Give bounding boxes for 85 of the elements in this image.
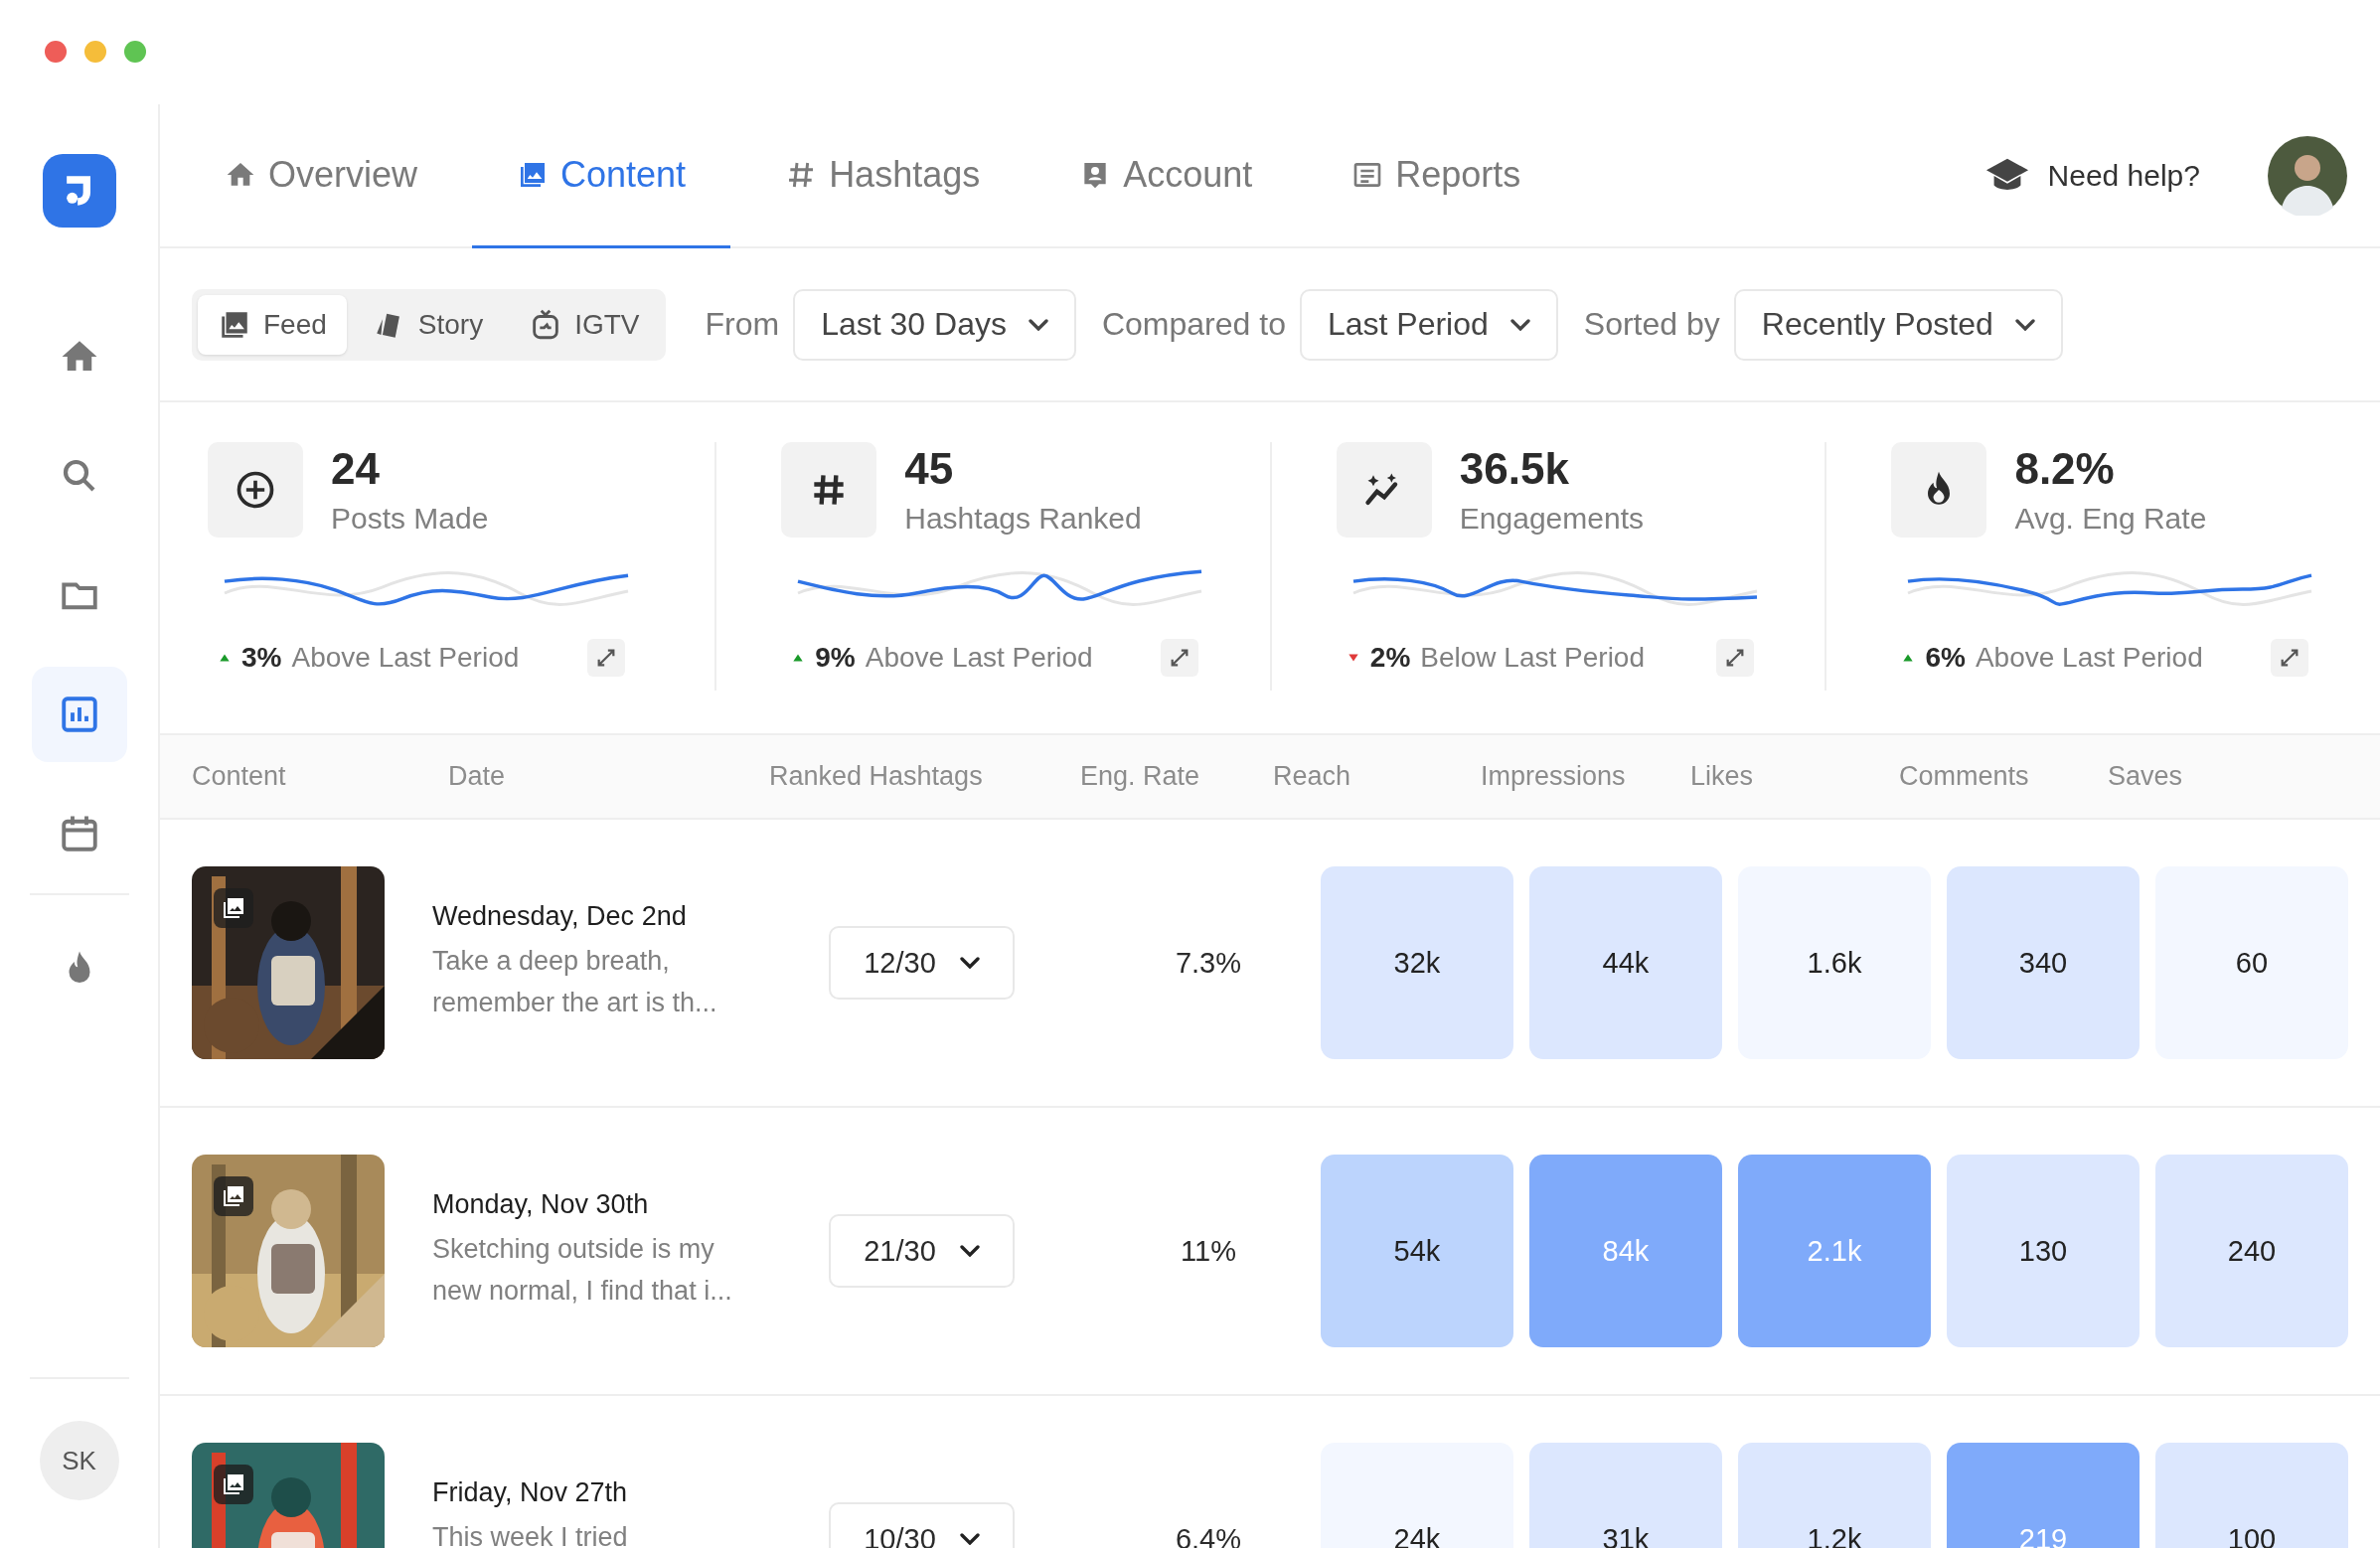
filter-label: From [705, 306, 780, 343]
metric-tile: 44k [1529, 866, 1722, 1059]
content-type-tab[interactable]: Story [352, 294, 504, 355]
change-percent: 6% [1925, 642, 1966, 674]
expand-button[interactable] [2271, 639, 2309, 677]
metric-tile: 219 [1947, 1443, 2140, 1548]
nav-tab[interactable]: Hashtags [740, 104, 1026, 248]
metric-tile: 24k [1321, 1443, 1513, 1548]
stat-value: 8.2% [2014, 444, 2116, 494]
stat-value: 24 [331, 444, 381, 494]
change-percent: 3% [241, 642, 282, 674]
chevron-down-icon [959, 957, 980, 969]
sidebar-item[interactable] [31, 667, 127, 762]
metric-tile: 1.6k [1738, 866, 1931, 1059]
filter-label: Compared to [1101, 306, 1286, 343]
metric-tile: 1.2k [1738, 1443, 1931, 1548]
profile-avatar[interactable] [2268, 135, 2347, 216]
nav-tab[interactable]: Account [1034, 104, 1298, 248]
comparison-text: Below Last Period [1420, 642, 1645, 674]
stat-label: Hashtags Ranked [904, 502, 1142, 536]
column-header[interactable]: Reach [1273, 761, 1481, 792]
column-header[interactable]: Likes [1690, 761, 1899, 792]
change-percent: 2% [1369, 642, 1411, 674]
stat-value: 45 [904, 444, 955, 494]
post-date: Monday, Nov 30th [432, 1189, 650, 1220]
eng-rate: 6.4% [1174, 1522, 1243, 1548]
chevron-down-icon [959, 1533, 980, 1545]
content-type-tab[interactable]: IGTV [509, 294, 660, 355]
expand-button[interactable] [1715, 639, 1754, 677]
metric-tile: 84k [1529, 1155, 1722, 1347]
metric-tile: 100 [2155, 1443, 2348, 1548]
column-header[interactable]: Ranked Hashtags [769, 761, 1080, 792]
comparison-text: Above Last Period [291, 642, 520, 674]
filter-label: Sorted by [1583, 306, 1720, 343]
eng-rate: 11% [1180, 1234, 1237, 1268]
column-header[interactable]: Content [192, 761, 448, 792]
metric-tile: 31k [1529, 1443, 1722, 1548]
change-percent: 9% [815, 642, 856, 674]
hashtag-dropdown[interactable]: 21/30 [829, 1214, 1015, 1288]
nav-tab[interactable]: Reports [1307, 104, 1566, 248]
chevron-down-icon [1509, 318, 1530, 331]
close-window-button[interactable] [45, 40, 67, 63]
metric-tile: 2.1k [1738, 1155, 1931, 1347]
post-caption: This week I tried [432, 1521, 629, 1548]
hashtag-dropdown[interactable]: 10/30 [829, 1502, 1015, 1548]
post-caption: Sketching outside is my new normal, I find that i... [432, 1233, 733, 1308]
eng-rate: 7.3% [1174, 946, 1243, 980]
nav-tab[interactable]: Overview [180, 104, 463, 248]
metric-tile: 340 [1947, 866, 2140, 1059]
gallery-icon [214, 1465, 253, 1504]
column-header[interactable]: Eng. Rate [1080, 761, 1273, 792]
post-date: Wednesday, Dec 2nd [432, 901, 688, 932]
hashtag-dropdown[interactable]: 12/30 [829, 926, 1015, 1000]
gallery-icon [214, 888, 253, 928]
column-header[interactable]: Impressions [1481, 761, 1690, 792]
metric-tile: 130 [1947, 1155, 2140, 1347]
expand-icon [595, 647, 617, 669]
filter-dropdown[interactable]: Last Period [1299, 288, 1558, 361]
content-type-tab[interactable]: Feed [198, 294, 347, 355]
chevron-down-icon [1028, 318, 1048, 331]
metric-tile: 54k [1321, 1155, 1513, 1347]
nav-tab[interactable]: Content [472, 104, 731, 248]
filter-dropdown[interactable]: Last 30 Days [793, 288, 1076, 361]
post-date: Friday, Nov 27th [432, 1477, 629, 1508]
post-caption: Take a deep breath, remember the art is th... [432, 945, 718, 1019]
column-header[interactable]: Saves [2108, 761, 2380, 792]
comparison-text: Above Last Period [865, 642, 1093, 674]
metric-tile: 240 [2155, 1155, 2348, 1347]
gallery-icon [214, 1176, 253, 1216]
chevron-down-icon [959, 1245, 980, 1257]
comparison-text: Above Last Period [1975, 642, 2203, 674]
column-header[interactable]: Comments [1899, 761, 2108, 792]
chevron-down-icon [2014, 318, 2035, 331]
expand-button[interactable] [1161, 639, 1199, 677]
stat-label: Avg. Eng Rate [2014, 502, 2207, 536]
filter-dropdown[interactable]: Recently Posted [1733, 288, 2063, 361]
column-header[interactable]: Date [448, 761, 769, 792]
stat-label: Posts Made [331, 502, 489, 536]
help-button[interactable]: Need help? [1983, 104, 2200, 246]
stat-value: 36.5k [1459, 444, 1570, 494]
metric-tile: 32k [1321, 866, 1513, 1059]
expand-button[interactable] [587, 639, 625, 677]
metric-tile: 60 [2155, 866, 2348, 1059]
user-avatar[interactable]: SK [39, 1421, 119, 1500]
stat-label: Engagements [1459, 502, 1644, 536]
